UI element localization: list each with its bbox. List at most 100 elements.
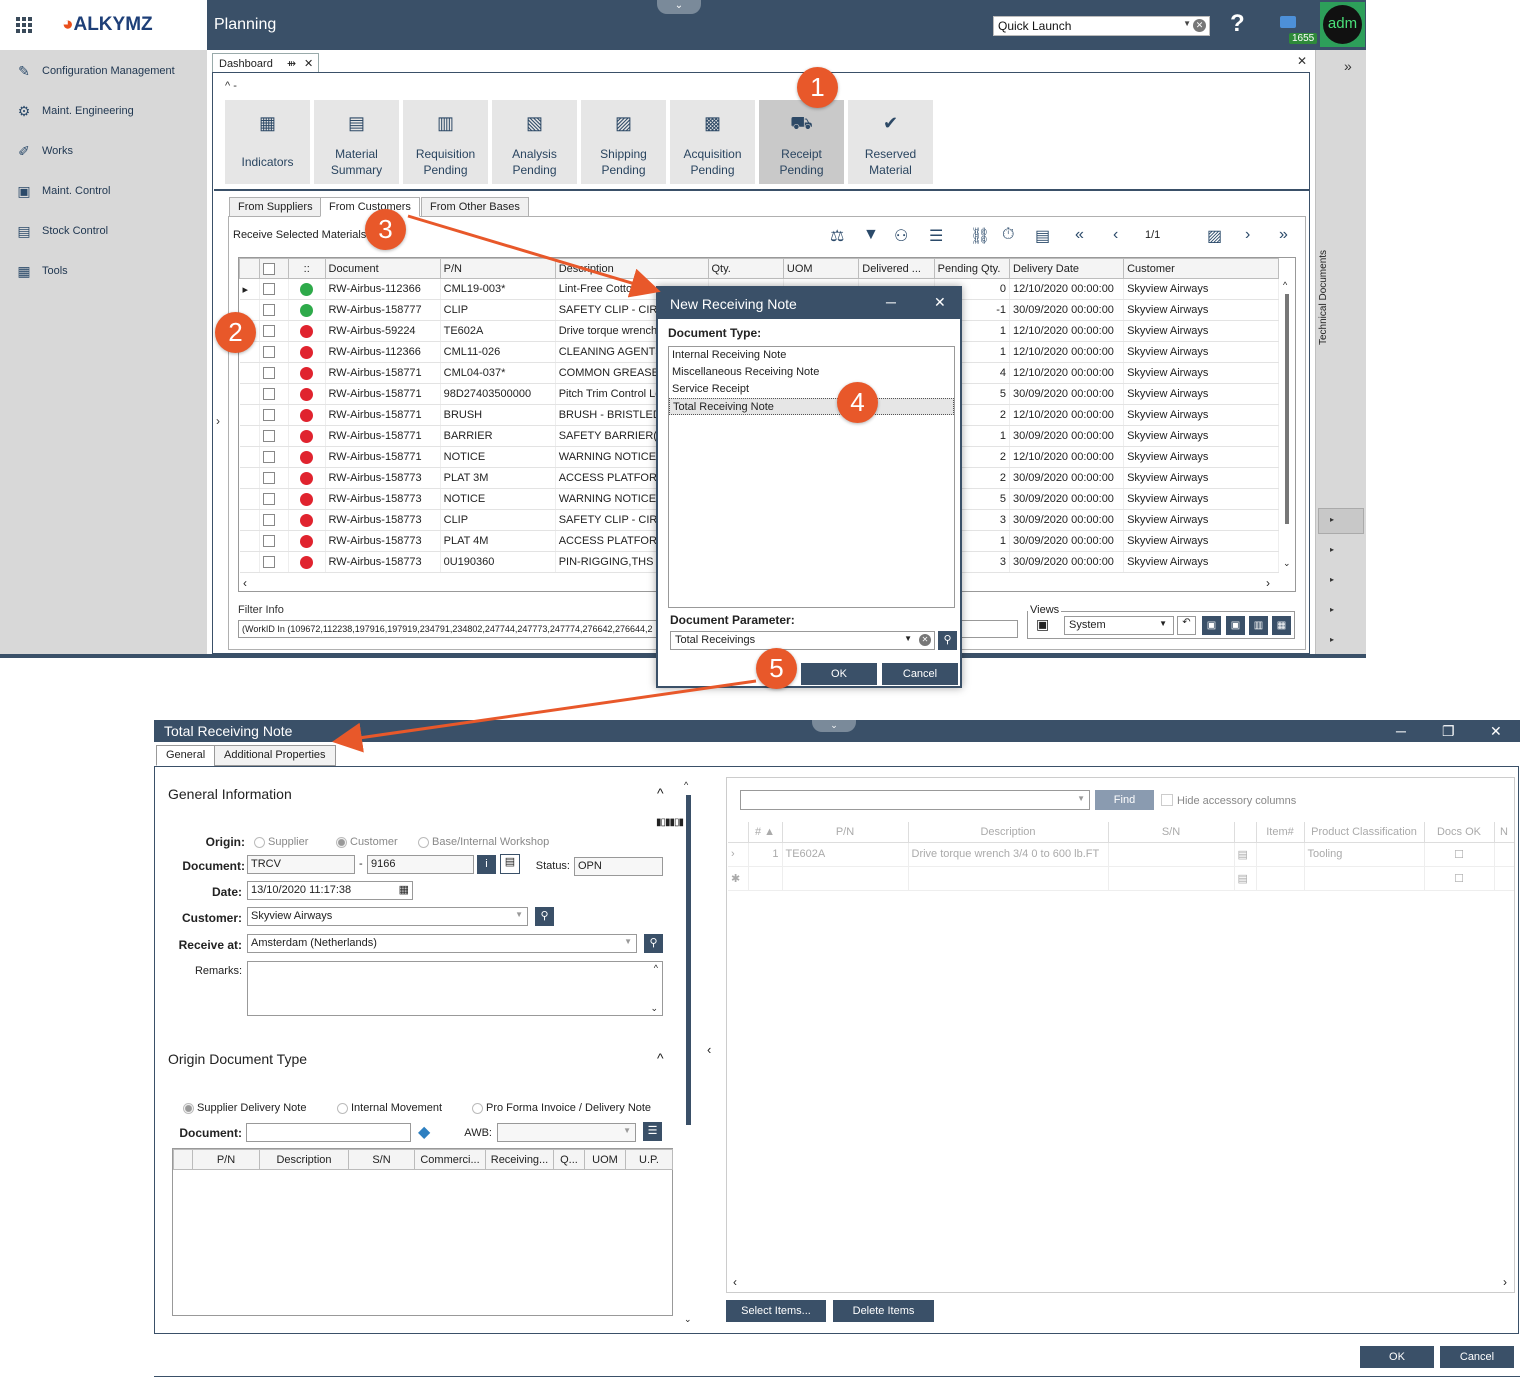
close-icon[interactable]: ✕ — [934, 294, 946, 311]
sidebar-item-maint-engineering[interactable]: ⚙ Maint. Engineering — [14, 100, 204, 122]
cancel-button[interactable]: Cancel — [1440, 1346, 1514, 1368]
collapse-left-icon[interactable]: ‹ — [707, 1042, 711, 1057]
play-icon[interactable]: ▸ — [1330, 575, 1342, 584]
row-checkbox[interactable] — [259, 383, 289, 405]
tab-from-other-bases[interactable]: From Other Bases — [421, 197, 529, 217]
close-icon[interactable]: ✕ — [1490, 723, 1502, 740]
collapse-section-icon[interactable]: ^ — [657, 1050, 664, 1066]
column-header[interactable]: :: — [287, 258, 326, 279]
select-all-checkbox[interactable] — [259, 258, 289, 279]
scroll-down-icon[interactable]: ⌄ — [684, 1314, 692, 1325]
tile-analysis-pending[interactable]: ▧ Analysis Pending — [492, 100, 577, 184]
minimize-icon[interactable]: ─ — [886, 294, 896, 310]
tile-material-summary[interactable]: ▤ Material Summary — [314, 100, 399, 184]
vertical-scrollbar[interactable] — [686, 795, 691, 1125]
apps-grid-icon[interactable] — [16, 17, 34, 33]
column-header[interactable]: S/N — [1108, 822, 1235, 843]
binoculars-icon[interactable]: ⚇ — [894, 226, 908, 246]
tile-indicators[interactable]: ▦ Indicators — [225, 100, 310, 184]
views-select[interactable]: System ▼ — [1064, 616, 1174, 635]
find-button[interactable]: Find — [1095, 790, 1154, 810]
layout-icon[interactable]: ▦ — [1272, 616, 1291, 635]
scroll-right-icon[interactable]: › — [1266, 576, 1270, 590]
list-item[interactable]: Internal Receiving Note — [669, 347, 954, 364]
column-header[interactable]: Description — [908, 822, 1109, 843]
play-icon[interactable]: ▸ — [1330, 515, 1342, 524]
last-page-icon[interactable]: » — [1279, 226, 1288, 244]
views-icon[interactable]: ▣ — [1036, 616, 1049, 633]
clear-icon[interactable]: ✕ — [919, 634, 931, 646]
diamond-icon[interactable]: ◆ — [418, 1122, 430, 1142]
column-header[interactable]: Commerci... — [414, 1149, 486, 1170]
edit-icon[interactable]: ▤ — [1234, 842, 1257, 867]
chat-icon[interactable] — [1280, 16, 1296, 28]
list-icon[interactable]: ☰ — [929, 226, 943, 246]
column-header[interactable] — [1234, 822, 1257, 843]
tab-from-suppliers[interactable]: From Suppliers — [229, 197, 322, 217]
receive-at-select[interactable]: Amsterdam (Netherlands) ▼ — [247, 934, 637, 953]
collapse-icon[interactable]: ^ - — [225, 80, 237, 92]
close-icon[interactable]: ✕ — [304, 58, 313, 70]
column-header[interactable]: Item# — [1256, 822, 1305, 843]
hide-accessory-checkbox[interactable] — [1161, 794, 1173, 806]
delete-icon[interactable]: ▥ — [1249, 616, 1268, 635]
row-checkbox[interactable] — [259, 278, 289, 300]
list-item[interactable]: Service Receipt — [669, 381, 954, 398]
ok-button[interactable]: OK — [801, 663, 877, 685]
item-number-cell[interactable] — [1256, 842, 1305, 867]
collapse-handle[interactable]: ⌄ — [812, 720, 856, 732]
list-details-icon[interactable]: ☰ — [643, 1122, 662, 1141]
expand-panel-icon[interactable]: » — [1344, 58, 1352, 74]
odt-document-field[interactable] — [246, 1123, 411, 1142]
origin-base-radio[interactable]: Base/Internal Workshop — [418, 836, 549, 848]
tile-acquisition-pending[interactable]: ▩ Acquisition Pending — [670, 100, 755, 184]
vertical-scrollbar[interactable]: ^ ⌄ — [1280, 280, 1294, 575]
search-icon[interactable]: ⚲ — [535, 907, 554, 926]
row-checkbox[interactable] — [259, 362, 289, 384]
odt-pro-forma-radio[interactable]: Pro Forma Invoice / Delivery Note — [472, 1102, 651, 1114]
column-header[interactable]: Customer — [1123, 258, 1279, 279]
sidebar-item-stock-control[interactable]: ▤ Stock Control — [14, 220, 204, 242]
new-row[interactable]: ✱ ▤ ☐ — [728, 866, 1514, 891]
awb-select[interactable]: ▼ — [497, 1123, 636, 1142]
column-header[interactable]: # ▲ — [748, 822, 783, 843]
document-parameter-select[interactable]: Total Receivings ▼ ✕ — [670, 631, 935, 650]
tab-general[interactable]: General — [156, 745, 216, 766]
origin-supplier-radio[interactable]: Supplier — [254, 836, 308, 848]
column-header[interactable]: U.P. — [625, 1149, 673, 1170]
export-icon[interactable]: ▤ — [1035, 226, 1050, 246]
column-header[interactable]: P/N — [192, 1149, 260, 1170]
column-header[interactable]: Qty. — [707, 258, 784, 279]
cancel-button[interactable]: Cancel — [882, 663, 958, 685]
document-number-field[interactable]: 9166 — [367, 855, 474, 874]
table-row[interactable]: › 1 TE602A Drive torque wrench 3/4 0 to … — [728, 842, 1514, 867]
scroll-right-icon[interactable]: › — [1503, 1275, 1507, 1289]
technical-documents-tab[interactable]: Technical Documents — [1318, 240, 1329, 345]
sidebar-item-configuration-management[interactable]: ✎ Configuration Management — [14, 60, 204, 82]
column-header[interactable]: UOM — [782, 258, 860, 279]
quick-launch-input[interactable]: Quick Launch ▼ ✕ — [993, 16, 1210, 36]
scroll-up-icon[interactable]: ^ — [684, 780, 688, 790]
row-checkbox[interactable] — [259, 425, 289, 447]
column-header[interactable]: Description — [259, 1149, 349, 1170]
play-icon[interactable]: ▸ — [1330, 635, 1342, 644]
dropdown-icon[interactable]: ▼ — [1183, 19, 1191, 28]
column-header[interactable]: Description — [554, 258, 709, 279]
row-checkbox[interactable] — [259, 320, 289, 342]
row-checkbox[interactable] — [259, 299, 289, 321]
barcode-icon[interactable]: ▮▯▮▮▯▮ — [656, 817, 684, 828]
row-checkbox[interactable] — [259, 467, 289, 489]
row-checkbox[interactable] — [259, 488, 289, 510]
list-item[interactable]: Miscellaneous Receiving Note — [669, 364, 954, 381]
customer-select[interactable]: Skyview Airways ▼ — [247, 907, 528, 926]
info-icon[interactable]: i — [477, 855, 496, 874]
tab-dashboard[interactable]: Dashboard ⇻ ✕ — [212, 53, 319, 73]
row-checkbox[interactable] — [259, 530, 289, 552]
tab-from-customers[interactable]: From Customers — [320, 197, 420, 217]
delete-items-button[interactable]: Delete Items — [833, 1300, 934, 1322]
tab-additional-properties[interactable]: Additional Properties — [214, 745, 336, 766]
search-icon[interactable]: ⚲ — [938, 631, 957, 650]
column-header[interactable]: Receiving... — [485, 1149, 554, 1170]
receive-selected-materials-button[interactable]: Receive Selected Materials — [233, 229, 366, 241]
checklist-icon[interactable]: ▨ — [1207, 226, 1222, 246]
